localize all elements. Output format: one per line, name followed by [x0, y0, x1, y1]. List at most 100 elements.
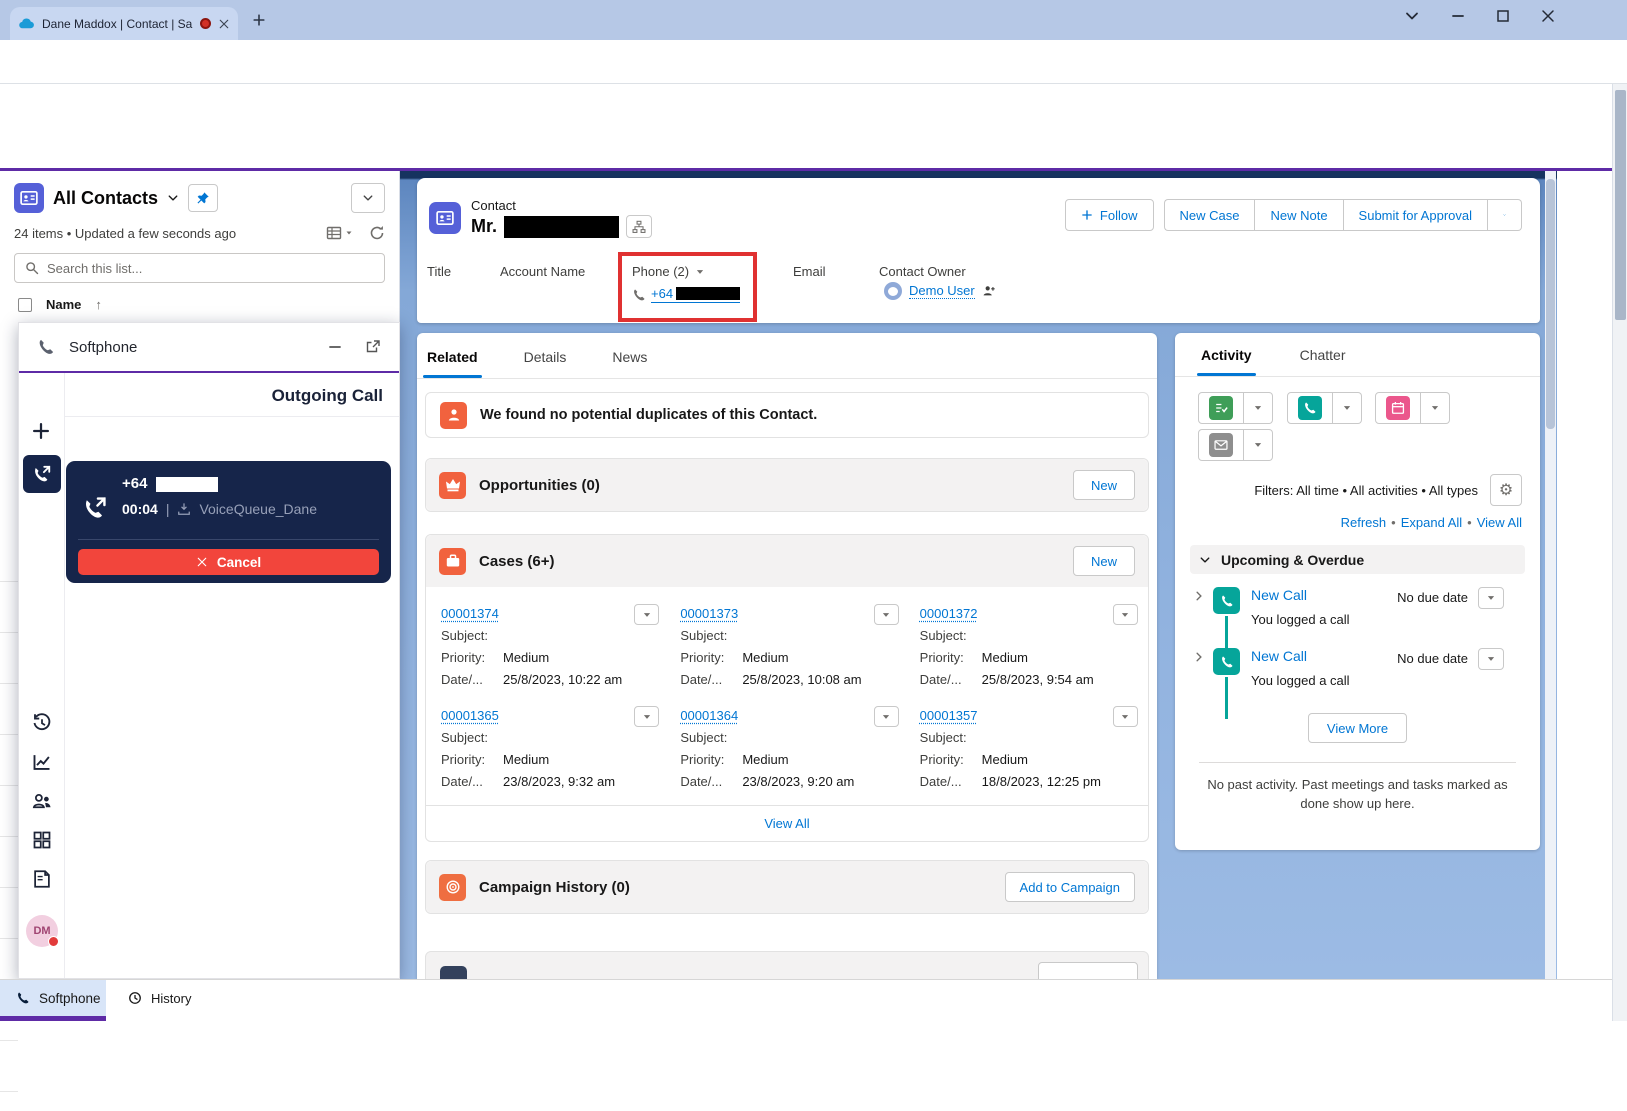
active-call-tab-icon[interactable]	[23, 455, 61, 493]
next-section-partial-card	[425, 951, 1149, 979]
view-all-link[interactable]: View All	[1477, 515, 1522, 530]
activity-title-link[interactable]: New Call	[1251, 587, 1307, 603]
new-case-button[interactable]: New Case	[1164, 199, 1255, 231]
case-actions-dropdown[interactable]	[1113, 604, 1138, 625]
window-chevron-icon[interactable]	[1404, 8, 1420, 24]
list-view-title[interactable]: All Contacts	[53, 188, 158, 209]
notes-icon[interactable]	[32, 869, 52, 889]
window-minimize-button[interactable]	[1450, 8, 1466, 24]
new-note-button[interactable]: New Note	[1254, 199, 1342, 231]
view-more-button[interactable]: View More	[1308, 713, 1407, 743]
contacts-people-icon[interactable]	[32, 791, 52, 811]
minimize-icon[interactable]	[327, 339, 343, 355]
opportunities-title[interactable]: Opportunities (0)	[479, 477, 600, 494]
section-chevron-icon[interactable]	[1199, 554, 1211, 566]
more-actions-dropdown[interactable]	[1488, 199, 1522, 231]
record-tabs: Related Details News	[417, 333, 1157, 379]
window-close-button[interactable]	[1540, 8, 1556, 24]
new-call-tab-icon[interactable]	[31, 421, 51, 441]
case-tile: 00001365 Subject: Priority:Medium Date/.…	[428, 695, 667, 797]
expand-chevron-icon[interactable]	[1193, 590, 1205, 602]
case-number-link[interactable]: 00001365	[441, 708, 499, 723]
new-event-button[interactable]	[1375, 392, 1421, 424]
priority-value: Medium	[742, 650, 788, 665]
sort-ascending-icon[interactable]: ↑	[95, 297, 102, 312]
display-as-icon[interactable]	[326, 225, 353, 241]
new-case-button[interactable]: New	[1073, 546, 1135, 576]
expand-all-link[interactable]: Expand All	[1401, 515, 1462, 530]
priority-value: Medium	[982, 752, 1028, 767]
case-actions-dropdown[interactable]	[874, 604, 899, 625]
owner-link[interactable]: Demo User	[909, 283, 975, 299]
refresh-link[interactable]: Refresh	[1341, 515, 1387, 530]
phone-dropdown-icon[interactable]	[695, 267, 705, 277]
call-dropdown[interactable]	[1333, 392, 1362, 424]
browser-tab-strip: Dane Maddox | Contact | Sal	[0, 0, 1627, 40]
list-actions-dropdown[interactable]	[351, 183, 385, 213]
list-search-input[interactable]	[47, 261, 374, 276]
content-scrollbar[interactable]	[1545, 171, 1556, 979]
list-rows-edge	[0, 531, 18, 1111]
activity-title-link[interactable]: New Call	[1251, 648, 1307, 664]
cases-card: Cases (6+) New 00001374 Subject: Priorit…	[425, 534, 1149, 842]
follow-button[interactable]: Follow	[1065, 199, 1154, 231]
case-number-link[interactable]: 00001372	[920, 606, 978, 621]
email-dropdown[interactable]	[1244, 429, 1273, 461]
expand-chevron-icon[interactable]	[1193, 651, 1205, 663]
tab-activity[interactable]: Activity	[1201, 347, 1252, 376]
new-tab-button[interactable]	[252, 13, 266, 27]
case-actions-dropdown[interactable]	[634, 706, 659, 727]
list-view-chevron-icon[interactable]	[167, 192, 179, 204]
dialpad-grid-icon[interactable]	[32, 830, 52, 850]
case-number-link[interactable]: 00001364	[680, 708, 738, 723]
phone-number-link[interactable]: +64	[651, 286, 740, 303]
activity-actions-dropdown[interactable]	[1478, 648, 1504, 670]
utility-history-tab[interactable]: History	[106, 980, 191, 1016]
call-history-icon[interactable]	[32, 713, 52, 733]
tab-chatter[interactable]: Chatter	[1300, 347, 1346, 376]
section-action-button[interactable]	[1038, 962, 1138, 979]
new-opportunity-button[interactable]: New	[1073, 470, 1135, 500]
org-chart-button[interactable]	[626, 215, 652, 238]
window-maximize-button[interactable]	[1495, 8, 1511, 24]
list-search-box[interactable]	[14, 253, 385, 283]
priority-label: Priority:	[680, 752, 742, 767]
tab-details[interactable]: Details	[524, 349, 567, 378]
case-number-link[interactable]: 00001373	[680, 606, 738, 621]
stats-chart-icon[interactable]	[32, 752, 52, 772]
tab-related[interactable]: Related	[427, 349, 478, 378]
case-number-link[interactable]: 00001374	[441, 606, 499, 621]
tab-close-icon[interactable]	[218, 18, 230, 30]
activity-actions-dropdown[interactable]	[1478, 587, 1504, 609]
case-actions-dropdown[interactable]	[634, 604, 659, 625]
case-actions-dropdown[interactable]	[874, 706, 899, 727]
name-column-header[interactable]: Name	[46, 297, 81, 312]
refresh-list-icon[interactable]	[369, 225, 385, 241]
utility-softphone-tab[interactable]: Softphone	[0, 980, 106, 1016]
log-call-button[interactable]	[1287, 392, 1333, 424]
browser-scrollbar[interactable]	[1612, 84, 1627, 1021]
browser-tab[interactable]: Dane Maddox | Contact | Sal	[10, 7, 238, 40]
event-dropdown[interactable]	[1421, 392, 1450, 424]
campaign-history-title[interactable]: Campaign History (0)	[479, 879, 630, 896]
cancel-call-button[interactable]: Cancel	[78, 549, 379, 575]
submit-for-approval-button[interactable]: Submit for Approval	[1343, 199, 1488, 231]
case-number-link[interactable]: 00001357	[920, 708, 978, 723]
tab-news[interactable]: News	[612, 349, 647, 378]
recording-indicator-icon	[200, 18, 211, 29]
cases-view-all-link[interactable]: View All	[764, 816, 809, 831]
email-button[interactable]	[1198, 429, 1244, 461]
cases-title[interactable]: Cases (6+)	[479, 553, 554, 570]
change-owner-icon[interactable]	[982, 284, 996, 298]
new-task-button[interactable]	[1198, 392, 1244, 424]
select-all-checkbox[interactable]	[18, 298, 32, 312]
popout-icon[interactable]	[365, 339, 381, 355]
favicon-cloud-icon	[18, 18, 35, 30]
add-to-campaign-button[interactable]: Add to Campaign	[1005, 872, 1135, 902]
upcoming-overdue-section[interactable]: Upcoming & Overdue	[1190, 545, 1525, 574]
task-dropdown[interactable]	[1244, 392, 1273, 424]
case-actions-dropdown[interactable]	[1113, 706, 1138, 727]
activity-settings-gear-icon[interactable]: ⚙	[1490, 474, 1522, 506]
softphone-user-avatar[interactable]: DM	[26, 915, 58, 947]
pin-list-button[interactable]	[188, 184, 218, 212]
